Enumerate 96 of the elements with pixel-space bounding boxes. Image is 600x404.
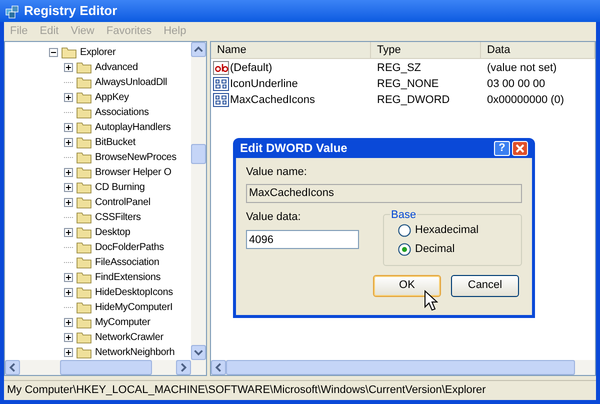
tree-item[interactable]: AppKey [95,90,129,105]
dialog-title: Edit DWORD Value [240,140,348,157]
value-name[interactable]: MaxCachedIcons [230,92,315,108]
expand-icon[interactable] [64,348,73,357]
expand-icon[interactable] [64,168,73,177]
tree-item[interactable]: FileAssociation [95,255,160,270]
value-data-field[interactable]: 4096 [246,230,359,249]
tree-item[interactable]: AlwaysUnloadDll [95,75,168,90]
tree-item[interactable]: FindExtensions [95,270,161,285]
expand-icon[interactable] [64,333,73,342]
expand-icon[interactable] [64,198,73,207]
dialog-button[interactable]: OK [373,274,441,296]
expand-icon[interactable] [64,138,73,147]
help-button[interactable]: ? [494,140,510,156]
tree-item[interactable]: Advanced [95,60,138,75]
scroll-thumb[interactable] [191,144,206,164]
tree-item[interactable]: ControlPanel [95,195,150,210]
window-title: Registry Editor [24,2,118,20]
folder-icon [76,166,92,179]
binary-value-icon [213,93,229,107]
dialog-button[interactable]: Cancel [451,274,519,296]
column-header[interactable]: Data [481,42,595,58]
value-data: (value not set) [486,60,558,76]
tree-item[interactable]: BrowseNewProces [95,150,176,165]
scroll-right-button[interactable] [176,360,191,375]
tree-item[interactable]: Explorer [80,45,116,60]
tree-item[interactable]: MyComputer [95,315,150,330]
scroll-left-button[interactable] [5,360,20,375]
folder-icon [76,121,92,134]
scroll-thumb[interactable] [60,360,152,375]
tree-item[interactable]: Associations [95,105,149,120]
folder-icon [76,211,92,224]
value-type: REG_SZ [376,60,422,76]
value-data-label: Value data: [246,210,302,224]
vertical-scrollbar[interactable] [191,42,206,360]
expand-icon[interactable] [64,228,73,237]
expand-icon[interactable] [64,318,73,327]
folder-icon [76,196,92,209]
scroll-down-button[interactable] [191,345,206,360]
value-type: REG_NONE [376,76,440,92]
value-name[interactable]: IconUnderline [230,76,298,92]
string-value-icon [213,61,229,75]
expand-icon[interactable] [64,288,73,297]
folder-icon [76,91,92,104]
folder-icon [76,181,92,194]
tree-item[interactable]: AutoplayHandlers [95,120,171,135]
tree-item[interactable]: HideMyComputerI [95,300,173,315]
folder-icon [76,301,92,314]
value-name[interactable]: (Default) [230,60,272,76]
folder-icon [76,76,92,89]
radio-label[interactable]: Hexadecimal [415,222,479,238]
tree-item[interactable]: DocFolderPaths [95,240,164,255]
folder-icon [61,46,77,59]
horizontal-scrollbar[interactable] [5,360,206,375]
value-data: 0x00000000 (0) [486,92,566,108]
tree-item[interactable]: BitBucket [95,135,136,150]
expand-icon[interactable] [64,63,73,72]
folder-icon [76,136,92,149]
folder-icon [76,286,92,299]
expand-icon[interactable] [64,273,73,282]
collapse-icon[interactable] [49,48,58,57]
tree-item[interactable]: Browser Helper O [95,165,172,180]
value-name-label: Value name: [246,165,308,180]
folder-icon [76,226,92,239]
mouse-cursor-icon [424,290,438,312]
folder-icon [76,151,92,164]
status-text: My Computer\HKEY_LOCAL_MACHINE\SOFTWARE\Microsoft\Windows\CurrentVersion\Explorer [7,383,486,398]
column-header[interactable]: Type [371,42,481,58]
scroll-left-button[interactable] [211,360,226,375]
binary-value-icon [213,77,229,91]
value-type: REG_DWORD [376,92,451,108]
folder-icon [76,106,92,119]
tree-item[interactable]: CD Burning [95,180,145,195]
expand-icon[interactable] [64,183,73,192]
scroll-up-button[interactable] [191,42,206,57]
tree-item[interactable]: CSSFilters [95,210,141,225]
folder-icon [76,241,92,254]
folder-icon [76,256,92,269]
tree-item[interactable]: Desktop [95,225,130,240]
close-icon[interactable] [512,140,528,156]
tree-item[interactable]: NetworkNeighborh [95,345,175,360]
radio-button[interactable] [398,224,411,236]
tree-item[interactable]: NetworkCrawler [95,330,164,345]
radio-label[interactable]: Decimal [415,240,455,258]
folder-icon [76,271,92,284]
value-name-field: MaxCachedIcons [246,184,522,202]
expand-icon[interactable] [64,93,73,102]
expand-icon[interactable] [64,123,73,132]
registry-icon [4,3,20,19]
value-data: 03 00 00 00 [486,76,546,92]
folder-icon [76,316,92,329]
column-header[interactable]: Name [211,42,371,58]
radio-button[interactable] [398,242,411,256]
tree-item[interactable]: HideDesktopIcons [95,285,173,300]
folder-icon [76,61,92,74]
folder-icon [76,331,92,344]
